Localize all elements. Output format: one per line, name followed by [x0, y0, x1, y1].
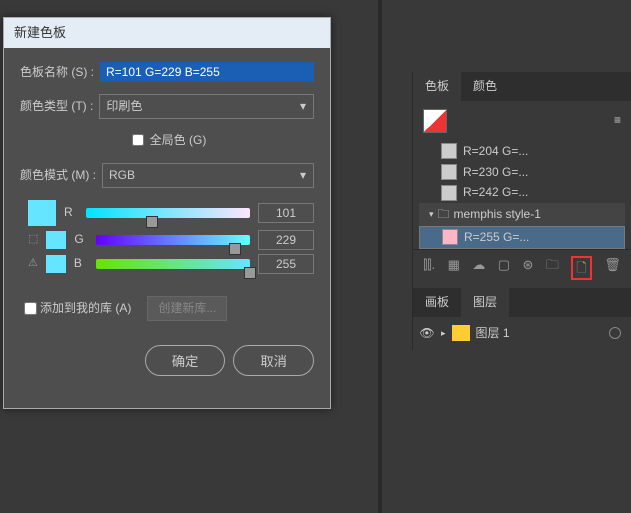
global-color-checkbox[interactable] — [132, 134, 144, 146]
swatch-name-label: 色板名称 (S) : — [20, 64, 94, 81]
new-swatch-dialog: 新建色板 色板名称 (S) : 颜色类型 (T) : 印刷色 全局色 (G) 颜… — [3, 17, 331, 409]
swatch-item-selected[interactable]: R=255 G=... — [419, 226, 625, 249]
g-value-input[interactable] — [258, 230, 314, 250]
layer-row[interactable]: 👁 ▸ 图层 1 — [419, 321, 625, 346]
tab-swatches[interactable]: 色板 — [413, 72, 461, 101]
chevron-right-icon: ▸ — [441, 327, 446, 340]
layer-thumbnail-icon — [452, 325, 470, 341]
current-swatch-icon — [423, 109, 447, 133]
color-preview-swatch — [28, 200, 56, 226]
cube-icon: ⬚ — [28, 232, 38, 247]
swatch-item: R=204 G=... — [419, 141, 625, 162]
tab-artboard[interactable]: 画板 — [413, 288, 461, 317]
chevron-down-icon: ▾ — [429, 208, 434, 221]
b-label: B — [74, 255, 88, 272]
group-icon[interactable]: ▢ — [498, 256, 510, 280]
swatch-name-input[interactable] — [100, 62, 314, 82]
dialog-title: 新建色板 — [4, 18, 330, 48]
folder-label: memphis style-1 — [454, 206, 541, 223]
trash-icon[interactable]: 🗑 — [604, 256, 621, 280]
layer-name: 图层 1 — [476, 325, 510, 342]
layer-target-icon[interactable] — [609, 327, 621, 339]
tab-layers[interactable]: 图层 — [461, 288, 509, 317]
swatch-label: R=255 G=... — [464, 229, 529, 246]
r-value-input[interactable] — [258, 203, 314, 223]
r-slider[interactable] — [86, 208, 250, 218]
show-icon[interactable]: ▦ — [448, 256, 460, 280]
library-icon[interactable]: ⫿⫿. — [423, 256, 435, 280]
g-label: G — [74, 231, 88, 248]
g-preview — [46, 231, 66, 249]
visibility-icon[interactable]: 👁 — [419, 325, 435, 342]
swatch-label[interactable]: R=242 G=... — [463, 184, 528, 201]
swatch-folder[interactable]: ▾ 🗀 memphis style-1 — [419, 203, 625, 226]
cloud-icon[interactable]: ☁ — [472, 256, 485, 280]
folder-new-icon[interactable]: 🗀 — [546, 256, 559, 280]
warn-icon: ⚠ — [28, 256, 38, 271]
swatch-item: R=242 G=... — [419, 182, 625, 203]
color-type-label: 颜色类型 (T) : — [20, 98, 93, 115]
add-to-library-checkbox[interactable] — [24, 302, 37, 315]
swatch-label[interactable]: R=230 G=... — [463, 164, 528, 181]
create-new-library-select[interactable]: 创建新库... — [147, 296, 227, 321]
panel-divider — [378, 0, 382, 513]
cancel-button[interactable]: 取消 — [233, 345, 314, 376]
swatch-label[interactable]: R=204 G=... — [463, 143, 528, 160]
global-color-label: 全局色 (G) — [150, 132, 207, 149]
b-preview — [46, 255, 66, 273]
swatch-item: R=230 G=... — [419, 162, 625, 183]
options-icon[interactable]: ⊛ — [523, 256, 534, 280]
b-slider[interactable] — [96, 259, 250, 269]
color-type-select[interactable]: 印刷色 — [99, 94, 314, 119]
folder-icon: 🗀 — [438, 206, 450, 223]
r-label: R — [64, 204, 78, 221]
b-value-input[interactable] — [258, 254, 314, 274]
color-mode-label: 颜色模式 (M) : — [20, 167, 96, 184]
tab-color[interactable]: 颜色 — [461, 72, 509, 101]
color-mode-select[interactable]: RGB — [102, 163, 314, 188]
swatches-panel: 色板 颜色 ≡ R=204 G=... R=230 G=... R=242 G=… — [412, 72, 631, 350]
add-to-library-label: 添加到我的库 (A) — [40, 300, 131, 317]
g-slider[interactable] — [96, 235, 250, 245]
panel-menu-icon[interactable]: ≡ — [614, 112, 621, 129]
new-swatch-icon[interactable]: 🗋 — [571, 256, 591, 280]
ok-button[interactable]: 确定 — [145, 345, 226, 376]
